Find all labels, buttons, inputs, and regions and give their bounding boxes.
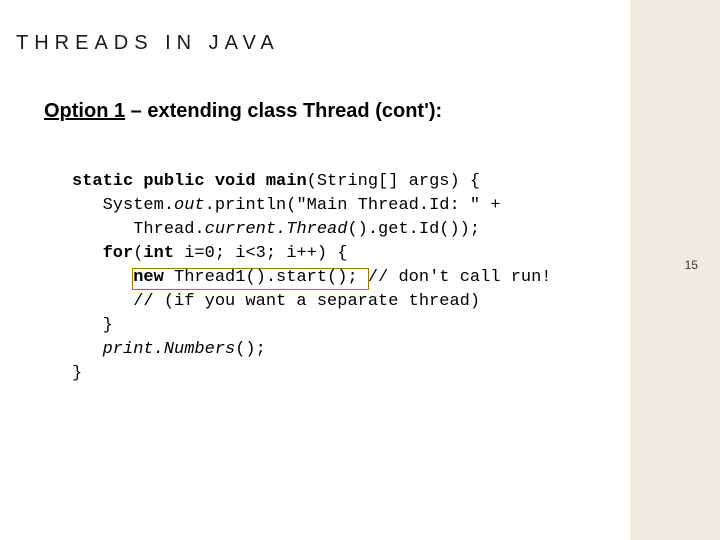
code-l6: // (if you want a separate thread): [72, 292, 480, 311]
code-l4-post1: (: [133, 244, 143, 263]
slide: THREADS IN JAVA Option 1 – extending cla…: [0, 0, 720, 540]
code-out: out: [174, 196, 205, 215]
code-l4-post2: i=0; i<3; i++) {: [174, 244, 347, 263]
code-l4-pre: [72, 244, 103, 263]
code-l1-post: (String[] args) {: [307, 172, 480, 191]
page-number: 15: [685, 258, 698, 272]
code-l5-pre: [72, 268, 133, 287]
code-printnumbers: print.Numbers: [103, 340, 236, 359]
code-l7: }: [72, 316, 113, 335]
code-kw-for: for: [103, 244, 134, 263]
code-l2-pre: System.: [72, 196, 174, 215]
code-currentthread: current.Thread: [205, 220, 348, 239]
subheading: Option 1 – extending class Thread (cont'…: [44, 100, 442, 123]
code-kw-int: int: [143, 244, 174, 263]
code-l8-pre: [72, 340, 103, 359]
code-kw-static-public-void: static public void: [72, 172, 266, 191]
code-main: main: [266, 172, 307, 191]
highlight-box: [132, 268, 369, 290]
code-l9: }: [72, 364, 82, 383]
decorative-right-band: [630, 0, 720, 540]
code-l5-comment: // don't call run!: [358, 268, 552, 287]
code-l3-pre: Thread.: [72, 220, 205, 239]
code-l3-post: ().get.Id());: [347, 220, 480, 239]
code-block: static public void main(String[] args) {…: [72, 170, 552, 386]
code-l2-post: .println("Main Thread.Id: " +: [205, 196, 501, 215]
subheading-option: Option 1: [44, 100, 125, 122]
subheading-rest: – extending class Thread (cont'):: [125, 100, 442, 122]
code-l8-post: ();: [235, 340, 266, 359]
code-line-highlighted: new Thread1().start();: [72, 266, 358, 290]
page-title: THREADS IN JAVA: [16, 32, 280, 55]
